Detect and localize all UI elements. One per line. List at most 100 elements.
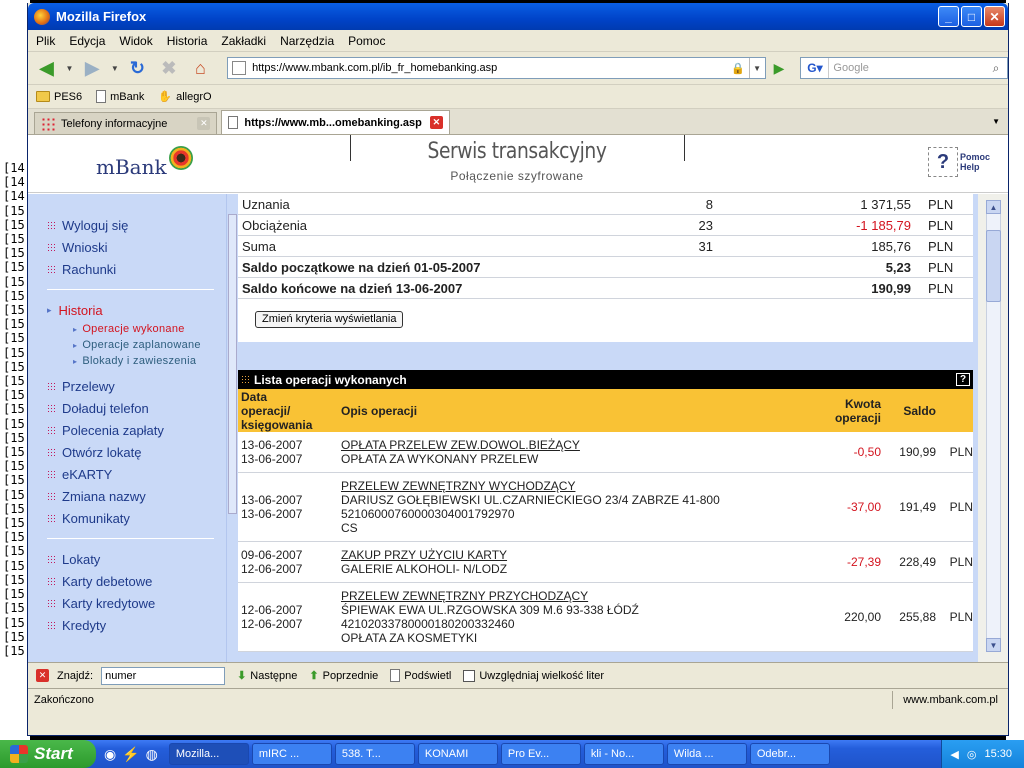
url-text[interactable]: https://www.mbank.com.pl/ib_fr_homebanki… [252, 62, 497, 74]
search-input[interactable]: Google [829, 62, 985, 74]
taskbar-item[interactable]: kli - No... [583, 743, 664, 765]
minimize-button[interactable]: _ [938, 6, 959, 27]
tabs-list-icon[interactable]: ▼ [992, 117, 1000, 126]
tab-telefony[interactable]: Telefony informacyjne ✕ [34, 112, 218, 134]
change-criteria-button[interactable]: Zmień kryteria wyświetlania [255, 311, 404, 328]
operation-title-link[interactable]: PRZELEW ZEWNĘTRZNY WYCHODZĄCY [341, 479, 575, 493]
search-icon[interactable]: ⌕ [985, 61, 1007, 76]
page-scrollbar[interactable]: ▲ ▼ [978, 194, 1008, 662]
nav-history[interactable]: ▸ Historia [28, 299, 226, 321]
nav-credit-cards[interactable]: Karty kredytowe [28, 592, 226, 614]
irc-log-line: [15 [3, 445, 25, 460]
background-irc-window: [14 [14 [14 [15 [15 [15 [15 [15 [15 [15 [15 [15 [15[… [0, 0, 30, 740]
title-bar[interactable]: Mozilla Firefox _ □ ✕ [28, 3, 1008, 30]
nav-logout[interactable]: Wyloguj się [28, 214, 226, 236]
menu-pomoc[interactable]: Pomoc [348, 34, 385, 48]
clock[interactable]: 15:30 [984, 748, 1012, 760]
taskbar-item[interactable]: 538. T... [334, 743, 415, 765]
tray-network-icon[interactable]: ◎ [967, 748, 977, 761]
tab-label: Telefony informacyjne [61, 117, 168, 130]
start-button[interactable]: Start [0, 740, 96, 768]
summary-row-sum: Suma 31 185,76 PLN [238, 236, 973, 257]
winamp-icon[interactable]: ⚡ [122, 746, 139, 763]
close-button[interactable]: ✕ [984, 6, 1005, 27]
back-icon[interactable]: ◀ [34, 55, 59, 81]
forward-icon[interactable]: ▶ [79, 55, 104, 81]
scrollbar-thumb[interactable] [986, 230, 1001, 302]
nav-scrollbar[interactable] [226, 194, 238, 662]
nav-messages[interactable]: Komunikaty [28, 507, 226, 529]
bookmark-mbank[interactable]: mBank [96, 90, 144, 103]
checkbox-icon[interactable] [463, 669, 476, 682]
find-next-button[interactable]: ⬇ Następne [237, 669, 297, 683]
nav-open-deposit[interactable]: Otwórz lokatę [28, 441, 226, 463]
scroll-up-icon[interactable]: ▲ [986, 200, 1001, 214]
bookmark-allegro[interactable]: ✋ allegrO [158, 90, 211, 104]
stop-icon[interactable]: ✖ [156, 55, 181, 81]
highlight-button[interactable]: Podświetl [390, 669, 451, 682]
operation-title-link[interactable]: OPŁATA PRZELEW ZEW.DOWOL.BIEŻĄCY [341, 438, 580, 452]
nav-rename[interactable]: Zmiana nazwy [28, 485, 226, 507]
bookmark-pes6[interactable]: PES6 [36, 91, 82, 103]
taskbar-item[interactable]: Wilda ... [666, 743, 747, 765]
find-close-icon[interactable]: ✕ [36, 669, 49, 682]
taskbar-item[interactable]: Odebr... [749, 743, 830, 765]
nav-ekarty[interactable]: eKARTY [28, 463, 226, 485]
nav-debit-cards[interactable]: Karty debetowe [28, 570, 226, 592]
home-icon[interactable]: ⌂ [188, 55, 213, 81]
nav-sub-blocks[interactable]: ▸ Blokady i zawieszenia [28, 353, 226, 369]
firefox-icon[interactable]: ◍ [146, 746, 158, 763]
tab-close-icon[interactable]: ✕ [429, 116, 443, 129]
search-engine-icon[interactable]: G▾ [801, 58, 830, 78]
nav-sub-operations-done[interactable]: ▸ Operacje wykonane [28, 321, 226, 337]
nav-transfers[interactable]: Przelewy [28, 375, 226, 397]
tab-close-icon[interactable]: ✕ [197, 117, 211, 130]
menu-plik[interactable]: Plik [36, 34, 55, 48]
nav-sub-operations-planned[interactable]: ▸ Operacje zaplanowane [28, 337, 226, 353]
nav-direct-debit[interactable]: Polecenia zapłaty [28, 419, 226, 441]
nav-scrollbar-thumb[interactable] [228, 214, 237, 514]
taskbar-item[interactable]: mIRC ... [251, 743, 332, 765]
taskbar-item[interactable]: KONAMI [417, 743, 498, 765]
operations-help-button[interactable]: ? [956, 373, 970, 386]
col-balance: Saldo [903, 403, 936, 418]
nav-loans[interactable]: Kredyty [28, 614, 226, 636]
nav-accounts[interactable]: Rachunki [28, 258, 226, 280]
url-dropdown-icon[interactable]: ▼ [748, 58, 765, 78]
maximize-button[interactable]: □ [961, 6, 982, 27]
match-case-checkbox[interactable]: Uwzględniaj wielkość liter [463, 669, 604, 682]
operation-title-link[interactable]: ZAKUP PRZY UŻYCIU KARTY [341, 548, 507, 562]
lock-icon[interactable]: 🔒 [727, 62, 749, 75]
address-bar[interactable]: https://www.mbank.com.pl/ib_fr_homebanki… [227, 57, 766, 79]
bullet-icon [47, 243, 55, 251]
tab-mbank[interactable]: https://www.mb...omebanking.asp ✕ [221, 110, 450, 134]
tray-arrow-icon[interactable]: ◀ [950, 748, 958, 761]
menu-historia[interactable]: Historia [167, 34, 208, 48]
find-input[interactable]: numer [101, 666, 226, 685]
reload-icon[interactable]: ↻ [125, 55, 150, 81]
ie-icon[interactable]: ◉ [104, 746, 116, 763]
menu-narzedzia[interactable]: Narzędzia [280, 34, 334, 48]
nav-topup[interactable]: Doładuj telefon [28, 397, 226, 419]
scroll-down-icon[interactable]: ▼ [986, 638, 1001, 652]
find-previous-button[interactable]: ⬆ Poprzednie [309, 669, 379, 683]
mbank-logo[interactable]: mBank [96, 155, 167, 179]
operation-title-link[interactable]: PRZELEW ZEWNĘTRZNY PRZYCHODZĄCY [341, 589, 588, 603]
find-previous-label: Poprzednie [322, 669, 379, 682]
search-box[interactable]: G▾ Google ⌕ [800, 57, 1008, 79]
go-icon[interactable]: ▶ [774, 60, 785, 77]
nav-deposits[interactable]: Lokaty [28, 548, 226, 570]
help-button[interactable]: ? Pomoc Help [928, 147, 990, 177]
summary-row-debits: Obciążenia 23 -1 185,79 PLN [238, 215, 973, 236]
desktop-icons [0, 0, 30, 100]
menu-widok[interactable]: Widok [119, 34, 152, 48]
menu-zakladki[interactable]: Zakładki [221, 34, 266, 48]
taskbar-item[interactable]: Mozilla... [168, 743, 249, 765]
forward-dropdown-icon[interactable]: ▼ [111, 64, 119, 73]
taskbar-item[interactable]: Pro Ev... [500, 743, 581, 765]
back-dropdown-icon[interactable]: ▼ [65, 64, 73, 73]
service-title: Serwis transakcyjny [427, 139, 607, 164]
menu-edycja[interactable]: Edycja [69, 34, 105, 48]
nav-requests[interactable]: Wnioski [28, 236, 226, 258]
table-row: 13-06-2007 13-06-2007 OPŁATA PRZELEW ZEW.D… [238, 432, 973, 473]
